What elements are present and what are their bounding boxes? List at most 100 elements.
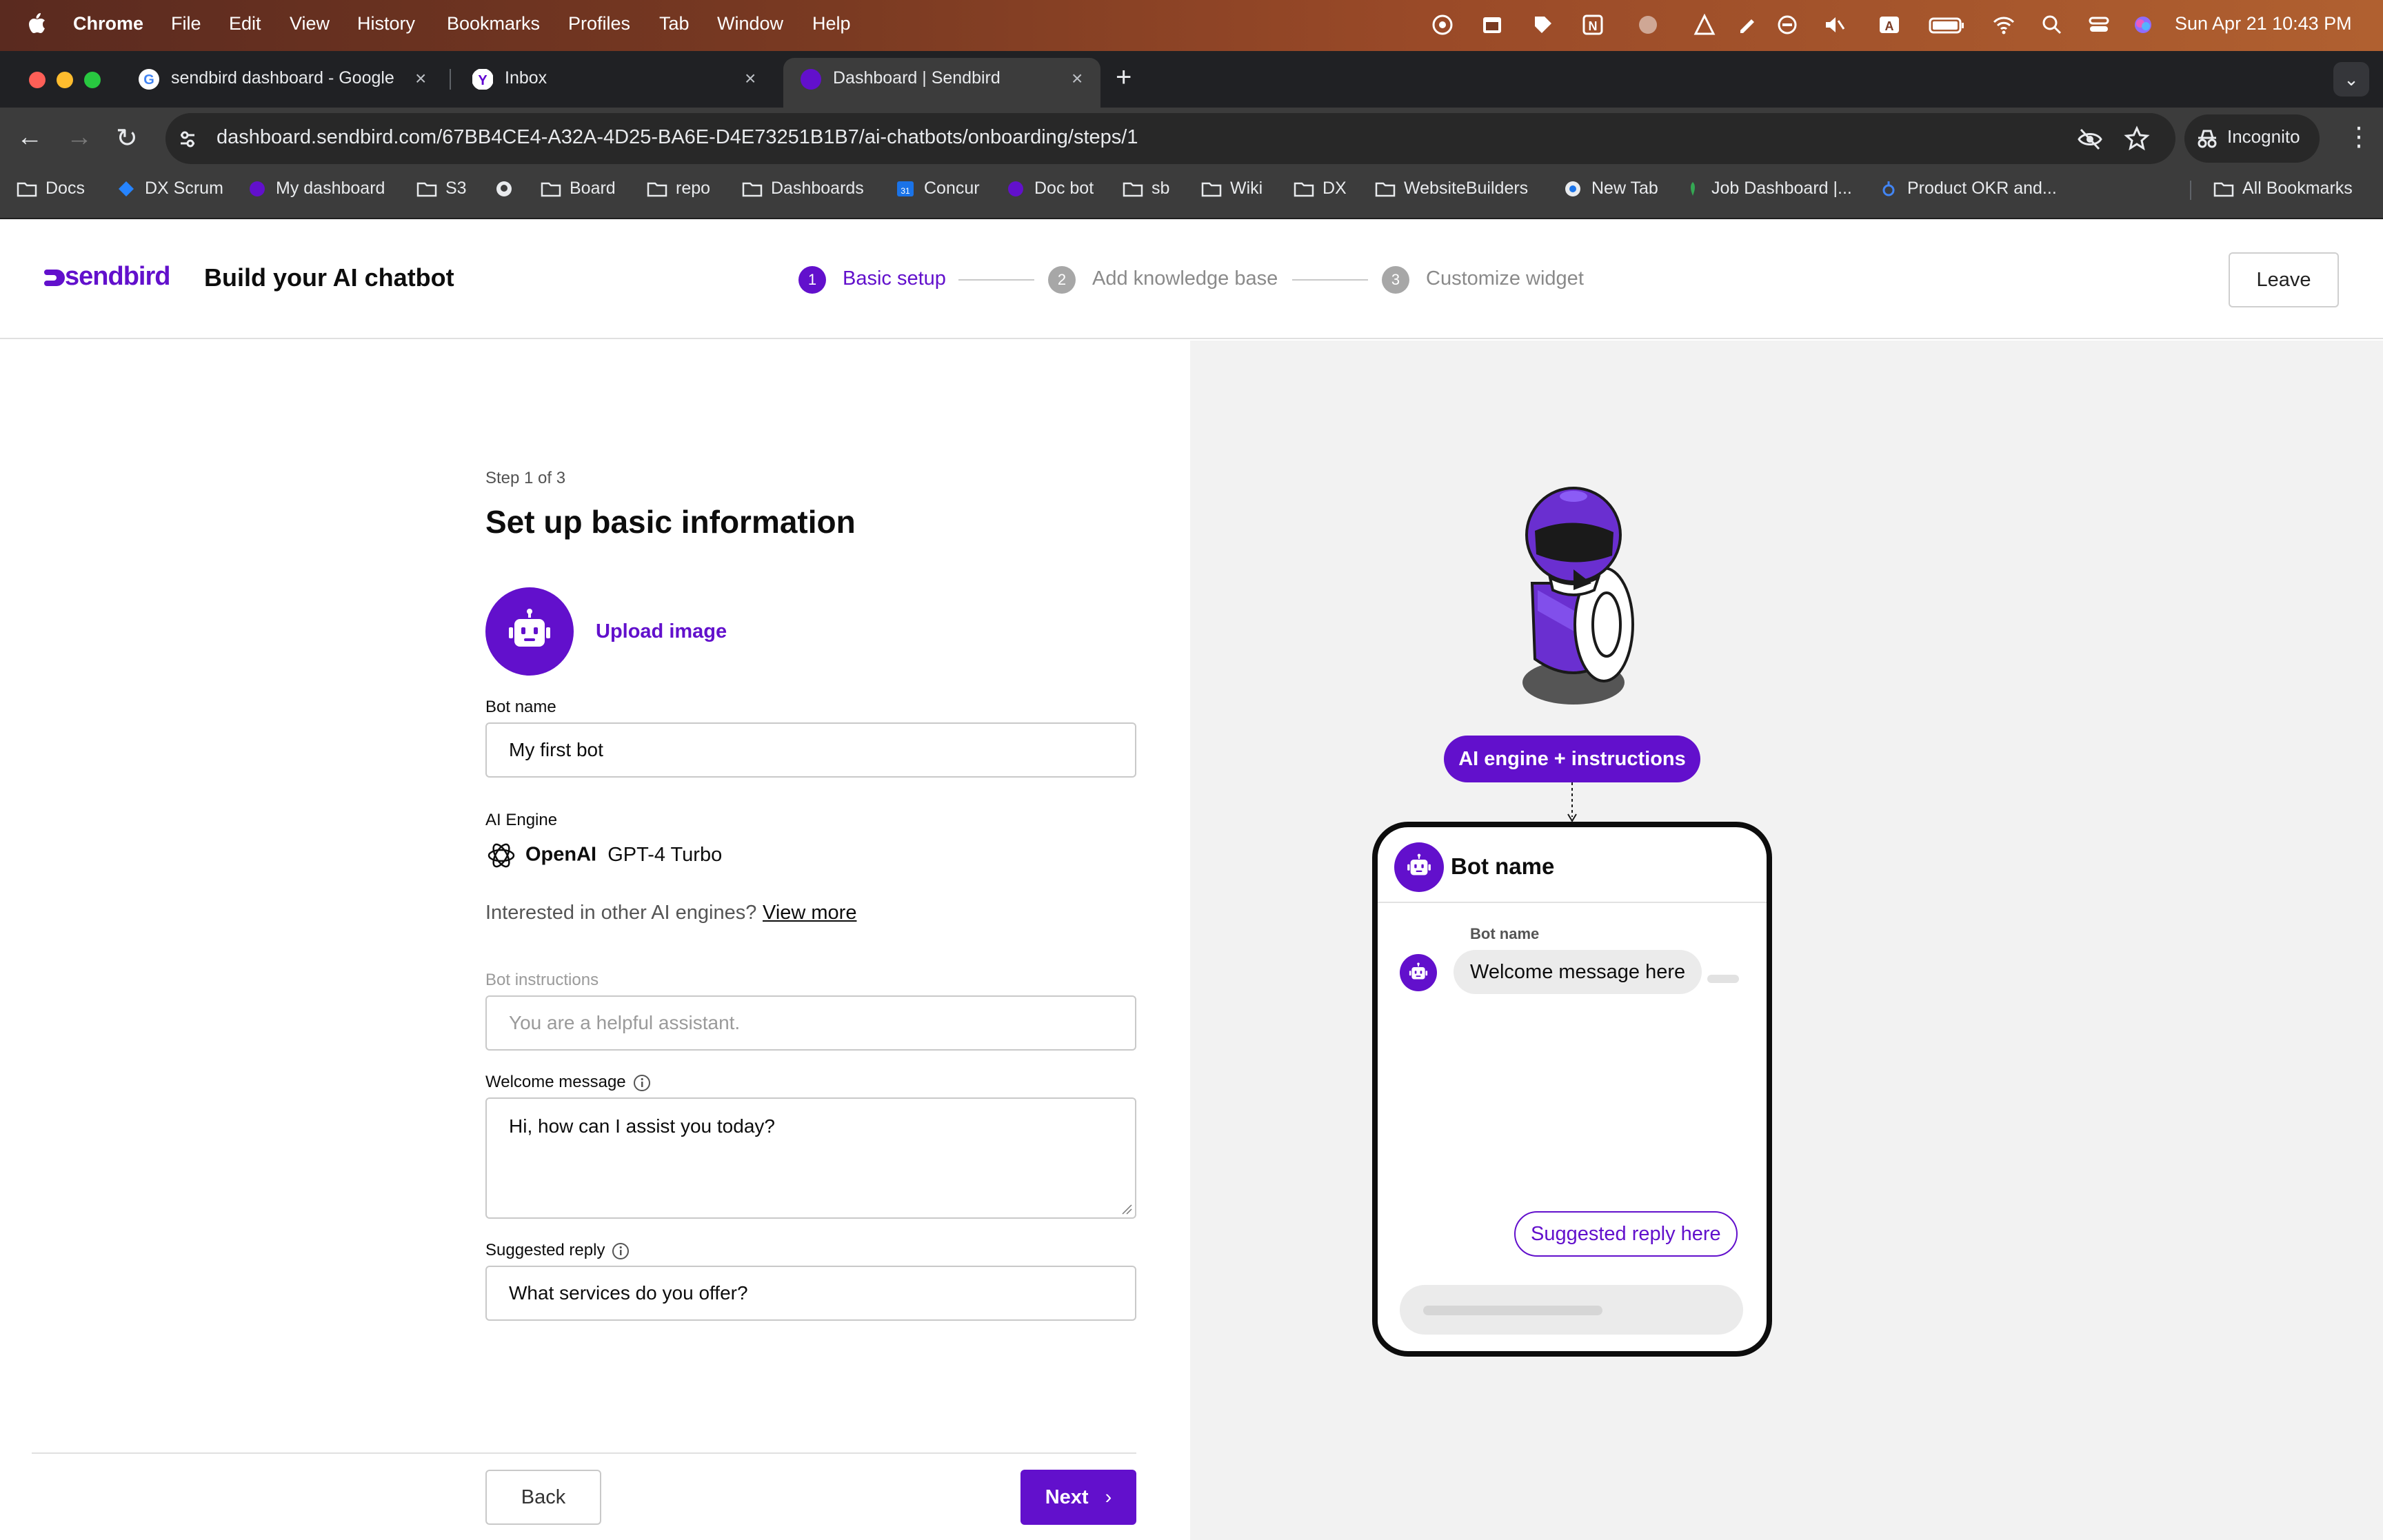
tab-close-icon[interactable]: × <box>1072 68 1083 90</box>
siri-icon[interactable] <box>2131 12 2155 37</box>
site-info-icon[interactable] <box>177 128 199 150</box>
globe-icon[interactable] <box>1636 12 1660 37</box>
edit-icon[interactable] <box>1735 12 1760 37</box>
bookmark-websitebuilders[interactable]: WebsiteBuilders <box>1375 179 1528 199</box>
tag-icon[interactable] <box>1531 12 1556 37</box>
bookmark-my-dashboard[interactable]: My dashboard <box>247 179 385 199</box>
bookmark-product-okr[interactable]: Product OKR and... <box>1878 179 2057 199</box>
bookmark-label: Board <box>570 179 616 198</box>
folder-icon <box>2213 183 2234 197</box>
bookmark-wiki[interactable]: Wiki <box>1201 179 1263 199</box>
url-text[interactable]: dashboard.sendbird.com/67BB4CE4-A32A-4D2… <box>217 126 1138 149</box>
tab-sendbird-dashboard[interactable]: Dashboard | Sendbird × <box>783 58 1100 108</box>
bookmark-new-tab[interactable]: New Tab <box>1562 179 1658 199</box>
incognito-indicator[interactable]: Incognito <box>2184 114 2320 163</box>
welcome-message-textarea[interactable]: Hi, how can I assist you today? <box>485 1097 1136 1219</box>
menu-view[interactable]: View <box>290 13 330 34</box>
robot-illustration <box>1522 487 1634 705</box>
all-bookmarks[interactable]: All Bookmarks <box>2213 179 2353 199</box>
preview-header-divider <box>1378 902 1767 903</box>
robot-icon <box>1409 962 1428 980</box>
dnd-icon[interactable] <box>1775 12 1800 37</box>
forward-arrow-icon[interactable]: → <box>66 123 92 152</box>
bookmark-github[interactable] <box>494 179 523 199</box>
bookmark-label: DX <box>1323 179 1347 198</box>
wifi-icon[interactable] <box>1991 12 2016 37</box>
menubar-clock[interactable]: Sun Apr 21 10:43 PM <box>2175 13 2352 34</box>
menu-file[interactable]: File <box>171 13 201 34</box>
tab-google-search[interactable]: G sendbird dashboard - Google × <box>121 58 445 101</box>
chrome-menu-icon[interactable]: ⋮ <box>2346 121 2372 152</box>
bookmark-job-dashboard[interactable]: Job Dashboard |... <box>1682 179 1852 199</box>
menu-history[interactable]: History <box>357 13 415 34</box>
sendbird-logo-text[interactable]: sendbird <box>65 262 170 292</box>
reload-icon[interactable]: ↻ <box>116 123 138 154</box>
info-icon[interactable] <box>633 1074 651 1092</box>
back-button[interactable]: Back <box>485 1470 601 1525</box>
menu-window[interactable]: Window <box>717 13 783 34</box>
bookmark-docs[interactable]: Docs <box>17 179 85 199</box>
bookmark-dx[interactable]: DX <box>1294 179 1347 199</box>
composer-placeholder-bar <box>1423 1306 1602 1315</box>
new-tab-button[interactable]: + <box>1116 62 1132 93</box>
tab-inbox[interactable]: Y Inbox × <box>455 58 779 101</box>
window-zoom-button[interactable] <box>84 72 101 88</box>
bot-instructions-input[interactable]: You are a helpful assistant. <box>485 995 1136 1051</box>
window-minimize-button[interactable] <box>57 72 73 88</box>
incognito-icon <box>2198 130 2217 148</box>
sendbird-logo-icon[interactable] <box>43 265 68 290</box>
spotlight-search-icon[interactable] <box>2040 12 2064 37</box>
leave-button[interactable]: Leave <box>2229 252 2339 307</box>
bookmark-s3[interactable]: S3 <box>416 179 467 199</box>
tab-title: Inbox <box>505 68 547 88</box>
bot-avatar[interactable] <box>485 587 574 676</box>
mute-icon[interactable] <box>1822 12 1847 37</box>
bookmark-repo[interactable]: repo <box>647 179 710 199</box>
bot-name-input[interactable]: My first bot <box>485 722 1136 778</box>
back-arrow-icon[interactable]: ← <box>17 123 43 152</box>
menu-bookmarks[interactable]: Bookmarks <box>447 13 540 34</box>
battery-icon[interactable] <box>1928 12 1965 37</box>
apple-icon[interactable] <box>26 11 47 36</box>
bookmark-dx-scrum[interactable]: DX Scrum <box>116 179 223 199</box>
bookmark-concur[interactable]: 31 Concur <box>895 179 980 199</box>
vector-icon[interactable] <box>1692 12 1717 37</box>
bookmark-sb[interactable]: sb <box>1123 179 1169 199</box>
menu-tab[interactable]: Tab <box>659 13 690 34</box>
menu-app-name[interactable]: Chrome <box>73 13 143 34</box>
info-icon[interactable] <box>612 1242 630 1260</box>
input-source-icon[interactable]: A <box>1877 12 1902 37</box>
accessibility-icon[interactable] <box>1430 12 1455 37</box>
bookmark-star-icon[interactable] <box>2124 125 2150 152</box>
upload-image-link[interactable]: Upload image <box>596 620 727 643</box>
bookmark-doc-bot[interactable]: Doc bot <box>1005 179 1094 199</box>
calendar-icon[interactable] <box>1480 12 1505 37</box>
tab-close-icon[interactable]: × <box>745 68 756 90</box>
resize-handle-icon[interactable] <box>1121 1204 1132 1215</box>
menu-edit[interactable]: Edit <box>229 13 261 34</box>
engine-model: GPT-4 Turbo <box>607 843 723 866</box>
tab-search-button[interactable]: ⌄ <box>2333 62 2369 97</box>
step-3-label: Customize widget <box>1426 267 1584 290</box>
suggested-reply-input[interactable]: What services do you offer? <box>485 1266 1136 1321</box>
bookmarks-divider <box>2190 181 2191 200</box>
engine-instructions-pill: AI engine + instructions <box>1444 736 1700 782</box>
sendbird-icon <box>1008 181 1023 197</box>
bookmark-dashboards[interactable]: Dashboards <box>742 179 864 199</box>
bookmark-label: All Bookmarks <box>2242 179 2353 198</box>
tab-close-icon[interactable]: × <box>415 68 426 90</box>
next-button[interactable]: Next › <box>1020 1470 1136 1525</box>
eye-off-icon[interactable] <box>2077 127 2103 152</box>
control-center-icon[interactable] <box>2087 12 2111 37</box>
notion-icon[interactable]: N <box>1580 12 1605 37</box>
github-icon <box>496 181 512 197</box>
page-title: Build your AI chatbot <box>204 263 454 292</box>
view-more-link[interactable]: View more <box>763 902 856 924</box>
menu-profiles[interactable]: Profiles <box>568 13 630 34</box>
folder-icon <box>1375 183 1396 197</box>
bookmark-label: Concur <box>924 179 980 198</box>
menu-help[interactable]: Help <box>812 13 851 34</box>
step-3-indicator: 3 <box>1382 266 1409 294</box>
window-close-button[interactable] <box>29 72 46 88</box>
bookmark-board[interactable]: Board <box>541 179 616 199</box>
